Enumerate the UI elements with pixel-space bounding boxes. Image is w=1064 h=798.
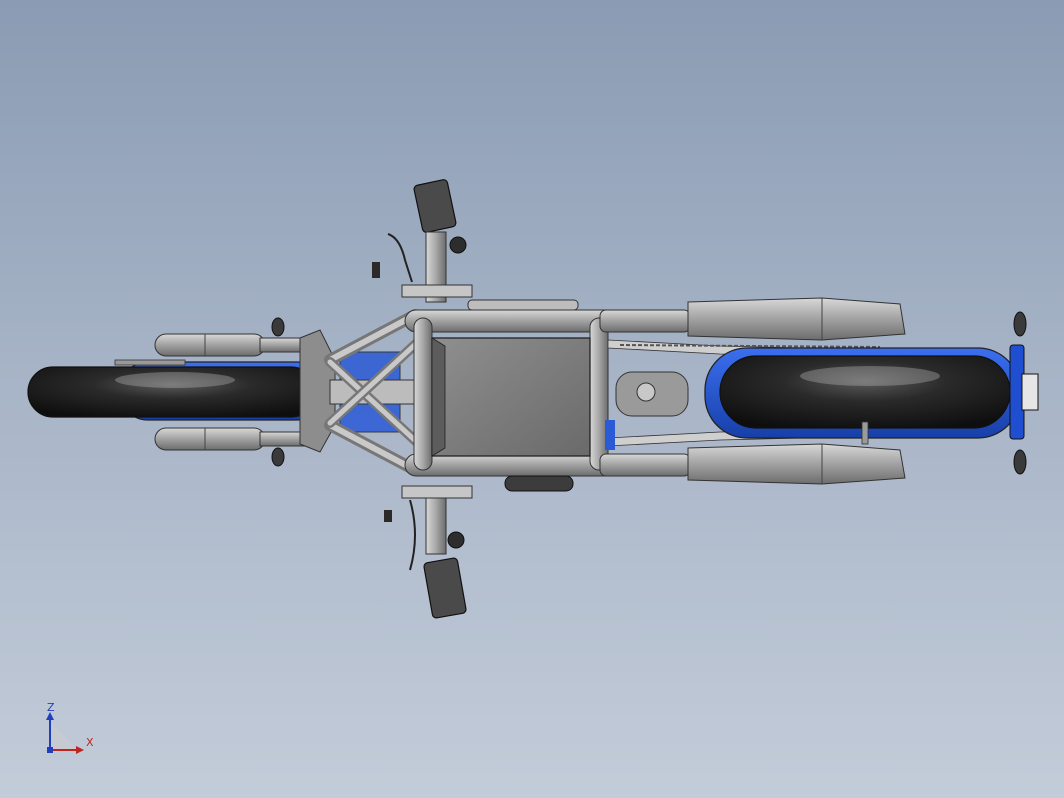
left-handlebar[interactable]	[372, 179, 473, 303]
cad-viewport[interactable]	[0, 0, 1064, 798]
right-handlebar[interactable]	[384, 485, 473, 619]
origin-marker	[47, 747, 53, 753]
z-axis-label: Z	[47, 701, 55, 714]
triad-plane	[50, 722, 78, 750]
exhaust-top	[599, 297, 906, 341]
mirror-top	[413, 179, 457, 233]
rear-tire-highlight	[800, 366, 940, 386]
x-axis-arrow	[76, 746, 84, 754]
tail-assembly	[1009, 311, 1039, 475]
axis-triad: Z X	[46, 701, 94, 754]
front-wheel[interactable]	[27, 361, 326, 421]
front-tire-highlight	[115, 372, 235, 388]
exhaust-bottom	[599, 443, 906, 485]
x-axis-label: X	[86, 736, 94, 749]
mirror-bottom	[423, 557, 467, 619]
rear-axle	[861, 421, 869, 445]
